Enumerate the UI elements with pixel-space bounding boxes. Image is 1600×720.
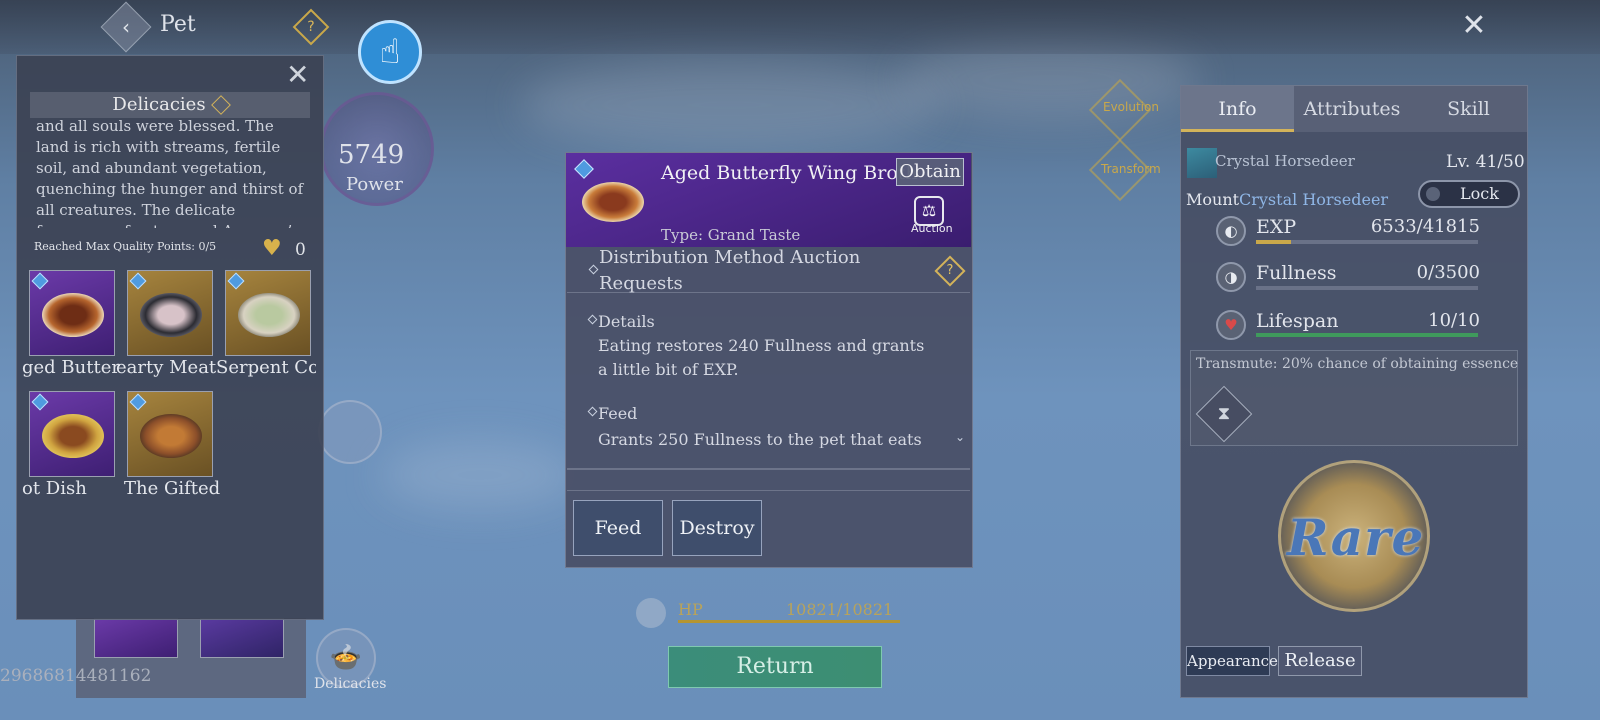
hp-bar [678,620,900,623]
heart-icon: ♥ [262,236,282,261]
item-label: Serpent Co [216,357,316,378]
delicacy-item[interactable] [127,391,213,477]
lore-text: and all souls were blessed. The land is … [36,117,304,228]
stat-label: Lifespan [1256,310,1339,332]
heart-icon: ♥ [1216,310,1246,340]
tab-attributes[interactable]: Attributes [1294,86,1410,132]
meatball-bowl-icon [140,293,202,337]
item-label: earty Meat [116,357,217,378]
stat-value: 0/3500 [1416,262,1480,283]
item-label: The Gifted [124,478,221,499]
pet-portrait-icon [1187,148,1217,178]
rarity-gem-icon [129,393,147,411]
top-bar [0,0,1600,54]
details-title: Details [598,312,655,331]
lifespan-bar [1256,333,1478,337]
power-value: 5749 [338,140,405,170]
question-icon: ? [946,263,954,278]
auction-label: Auction [911,222,953,235]
exp-bar-fill [1256,240,1291,244]
rarity-text: Rare [1287,508,1425,567]
delicacies-icon-label: Delicacies [314,676,387,692]
rarity-gem-icon [31,393,49,411]
item-name: Aged Butterfly Wing Broth [661,162,918,184]
rarity-gem-icon [31,272,49,290]
fullness-icon: ◑ [1216,262,1246,292]
help-diamond-icon[interactable] [210,95,231,115]
question-icon: ? [307,19,315,35]
hp-label: HP [678,600,703,619]
rarity-gem-icon [227,272,245,290]
stat-value: 6533/41815 [1370,216,1480,237]
appearance-button[interactable]: Appearance [1186,646,1278,676]
feed-button[interactable]: Feed [573,500,663,556]
scroll-down-icon[interactable]: ⌄ [955,430,965,444]
pet-name: Crystal Horsedeer [1215,152,1355,170]
hot-pot-icon [42,414,104,458]
close-panel-button[interactable]: ✕ [286,58,309,91]
delicacies-header: Delicacies [30,92,310,118]
delicacy-item[interactable] [127,270,213,356]
delicacy-item[interactable] [29,391,115,477]
divider [567,292,970,293]
feed-title: Feed [598,404,638,423]
hp-value: 10821/10821 [786,600,894,619]
fullness-bar [1256,286,1478,290]
return-button[interactable]: Return [668,646,882,688]
transmute-text: Transmute: 20% chance of obtaining essen… [1196,356,1519,372]
hourglass-icon: ⧗ [1217,403,1231,424]
evolution-label: Evolution [1103,100,1159,114]
tab-skill[interactable]: Skill [1410,86,1527,132]
exp-bar [1256,240,1478,244]
dragon-icon[interactable] [318,400,382,464]
pet-thumbnail[interactable] [200,618,284,658]
delicacies-title: Delicacies [112,94,206,115]
item-label: ot Dish [22,478,87,499]
item-type: Type: Grand Taste [661,226,801,244]
transform-label: Transform [1101,162,1161,176]
item-label: ged Butter [22,357,120,378]
pet-level: Lv. 41/50 [1446,152,1525,172]
lock-toggle[interactable]: Lock [1418,180,1520,208]
broth-dish-icon [42,293,104,337]
drop-icon [636,598,666,628]
player-uid: 29686814481162 [0,666,152,686]
feed-body: Grants 250 Fullness to the pet that eats… [598,430,922,448]
close-button[interactable]: ✕ [1456,8,1492,44]
exp-icon: ◐ [1216,216,1246,246]
soup-bowl-icon [238,293,300,337]
close-x-icon: ✕ [286,58,310,91]
stat-label: EXP [1256,216,1297,238]
delicacy-item[interactable] [29,270,115,356]
delicacy-item[interactable] [225,270,311,356]
details-body: Eating restores 240 Fullness and grants … [598,336,925,379]
hand-pointer-icon: ☝ [358,20,422,84]
chevron-left-icon: ‹ [122,15,130,39]
close-x-icon: ✕ [1461,8,1487,43]
obtain-button[interactable]: Obtain [896,158,964,186]
rarity-gem-icon [129,272,147,290]
release-button[interactable]: Release [1278,646,1362,676]
tab-info[interactable]: Info [1181,86,1294,132]
distribution-method: Distribution Method Auction Requests [599,247,861,294]
pet-thumbnail[interactable] [94,618,178,658]
heart-count: 0 [295,240,306,260]
toggle-knob [1426,187,1440,201]
stat-label: Fullness [1256,262,1337,284]
lifespan-bar-fill [1256,333,1478,337]
quality-points-text: Reached Max Quality Points: 0/5 [34,240,217,253]
gifted-dish-icon [140,414,202,458]
mount-label: Mount [1186,190,1240,209]
page-title: Pet [160,12,196,37]
stat-value: 10/10 [1428,310,1480,331]
mount-name: Crystal Horsedeer [1239,190,1389,209]
divider [567,490,970,491]
lock-label: Lock [1460,184,1499,203]
broth-dish-icon [582,182,644,222]
power-label: Power [346,174,403,195]
destroy-button[interactable]: Destroy [672,500,762,556]
divider [567,468,970,470]
